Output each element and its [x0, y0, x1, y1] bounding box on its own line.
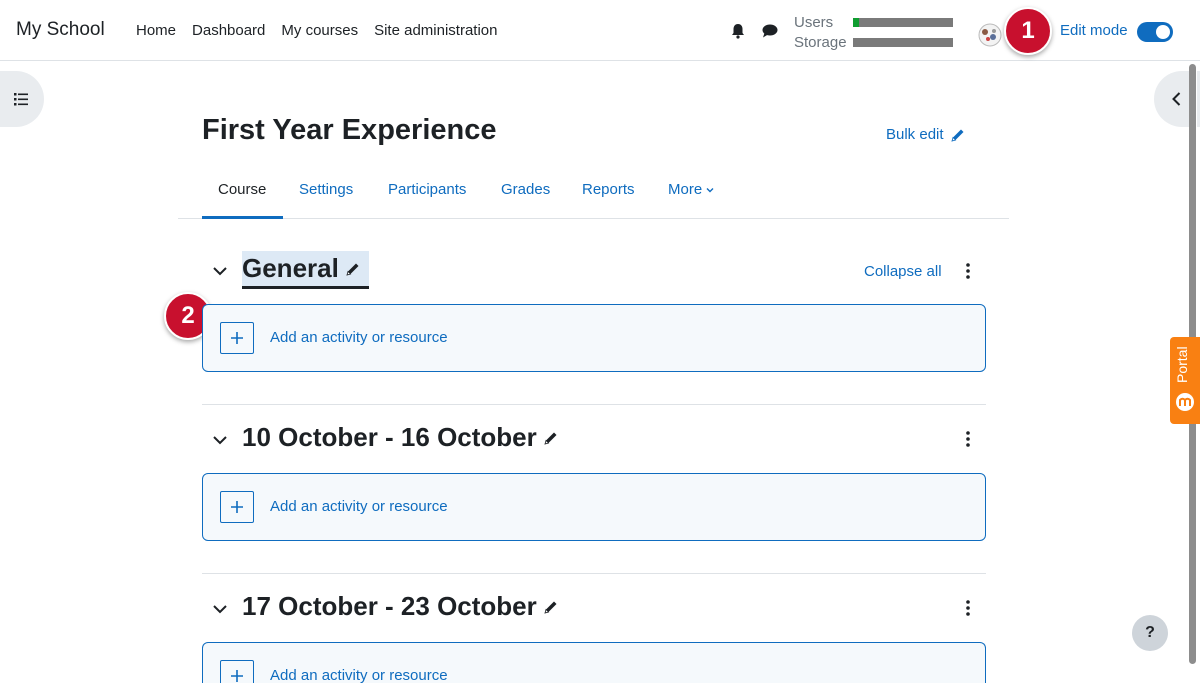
section-title-text: 10 October - 16 October — [242, 422, 537, 452]
storage-quota-bar — [853, 38, 953, 47]
plus-icon — [220, 491, 254, 523]
plus-icon — [220, 322, 254, 354]
users-quota-label: Users — [794, 14, 834, 31]
site-name[interactable]: My School — [16, 19, 105, 41]
primary-navigation: Home Dashboard My courses Site administr… — [136, 22, 498, 39]
chevron-left-icon — [1172, 92, 1181, 106]
kebab-menu-icon[interactable] — [962, 599, 974, 617]
callout-badge-1: 1 — [1004, 7, 1052, 55]
pencil-icon[interactable] — [345, 261, 361, 277]
users-quota-fill — [853, 18, 859, 27]
quota-labels: Users Storage — [794, 13, 847, 53]
nav-home[interactable]: Home — [136, 22, 176, 39]
chat-icon[interactable] — [761, 22, 779, 40]
tab-more-label: More — [668, 181, 703, 198]
section-collapse-chevron-icon[interactable] — [211, 262, 229, 280]
tab-settings[interactable]: Settings — [299, 181, 353, 198]
nav-site-administration[interactable]: Site administration — [374, 22, 497, 39]
course-index-drawer-button[interactable] — [0, 71, 44, 127]
add-activity-label: Add an activity or resource — [270, 667, 448, 683]
nav-dashboard[interactable]: Dashboard — [192, 22, 265, 39]
add-activity-label: Add an activity or resource — [270, 329, 448, 346]
edit-mode-label[interactable]: Edit mode — [1060, 22, 1128, 39]
section-title-week-2[interactable]: 17 October - 23 October — [242, 591, 559, 622]
active-tab-indicator — [202, 216, 283, 219]
bulk-edit-link[interactable]: Bulk edit — [886, 126, 966, 143]
pencil-icon[interactable] — [543, 430, 559, 446]
tab-reports[interactable]: Reports — [582, 181, 635, 198]
portal-label: Portal — [1174, 346, 1190, 384]
section-title-week-1[interactable]: 10 October - 16 October — [242, 422, 559, 453]
top-navbar: My School Home Dashboard My courses Site… — [0, 0, 1200, 61]
section-divider — [202, 404, 986, 405]
index-drawer-icon — [14, 93, 28, 106]
portal-logo-icon — [1176, 393, 1194, 411]
tab-participants[interactable]: Participants — [388, 181, 466, 198]
page-title: First Year Experience — [202, 114, 497, 146]
chevron-down-icon — [706, 187, 714, 192]
add-activity-button[interactable]: Add an activity or resource — [202, 304, 986, 372]
section-title-text: 17 October - 23 October — [242, 591, 537, 621]
add-activity-label: Add an activity or resource — [270, 498, 448, 515]
edit-mode-toggle[interactable] — [1137, 22, 1173, 42]
pencil-icon[interactable] — [543, 599, 559, 615]
add-activity-button[interactable]: Add an activity or resource — [202, 473, 986, 541]
section-divider — [202, 573, 986, 574]
section-title-text: General — [242, 253, 339, 283]
bulk-edit-label: Bulk edit — [886, 126, 944, 143]
kebab-menu-icon[interactable] — [962, 430, 974, 448]
collapse-all-link[interactable]: Collapse all — [864, 263, 942, 280]
tab-course[interactable]: Course — [218, 181, 266, 198]
tab-more[interactable]: More — [668, 181, 715, 198]
bell-icon[interactable] — [729, 22, 747, 40]
section-collapse-chevron-icon[interactable] — [211, 431, 229, 449]
avatar[interactable] — [974, 23, 1006, 47]
storage-quota-label: Storage — [794, 34, 847, 51]
nav-my-courses[interactable]: My courses — [281, 22, 358, 39]
portal-side-tab[interactable]: Portal — [1170, 337, 1200, 424]
tab-grades[interactable]: Grades — [501, 181, 550, 198]
users-quota-bar — [853, 18, 953, 27]
add-activity-button[interactable]: Add an activity or resource — [202, 642, 986, 683]
plus-icon — [220, 660, 254, 683]
help-button[interactable]: ? — [1132, 615, 1168, 651]
section-title-general[interactable]: General — [242, 251, 369, 289]
kebab-menu-icon[interactable] — [962, 262, 974, 280]
section-collapse-chevron-icon[interactable] — [211, 600, 229, 618]
pencil-icon — [950, 129, 964, 142]
course-secondary-nav: Course Settings Participants Grades Repo… — [178, 164, 1009, 219]
